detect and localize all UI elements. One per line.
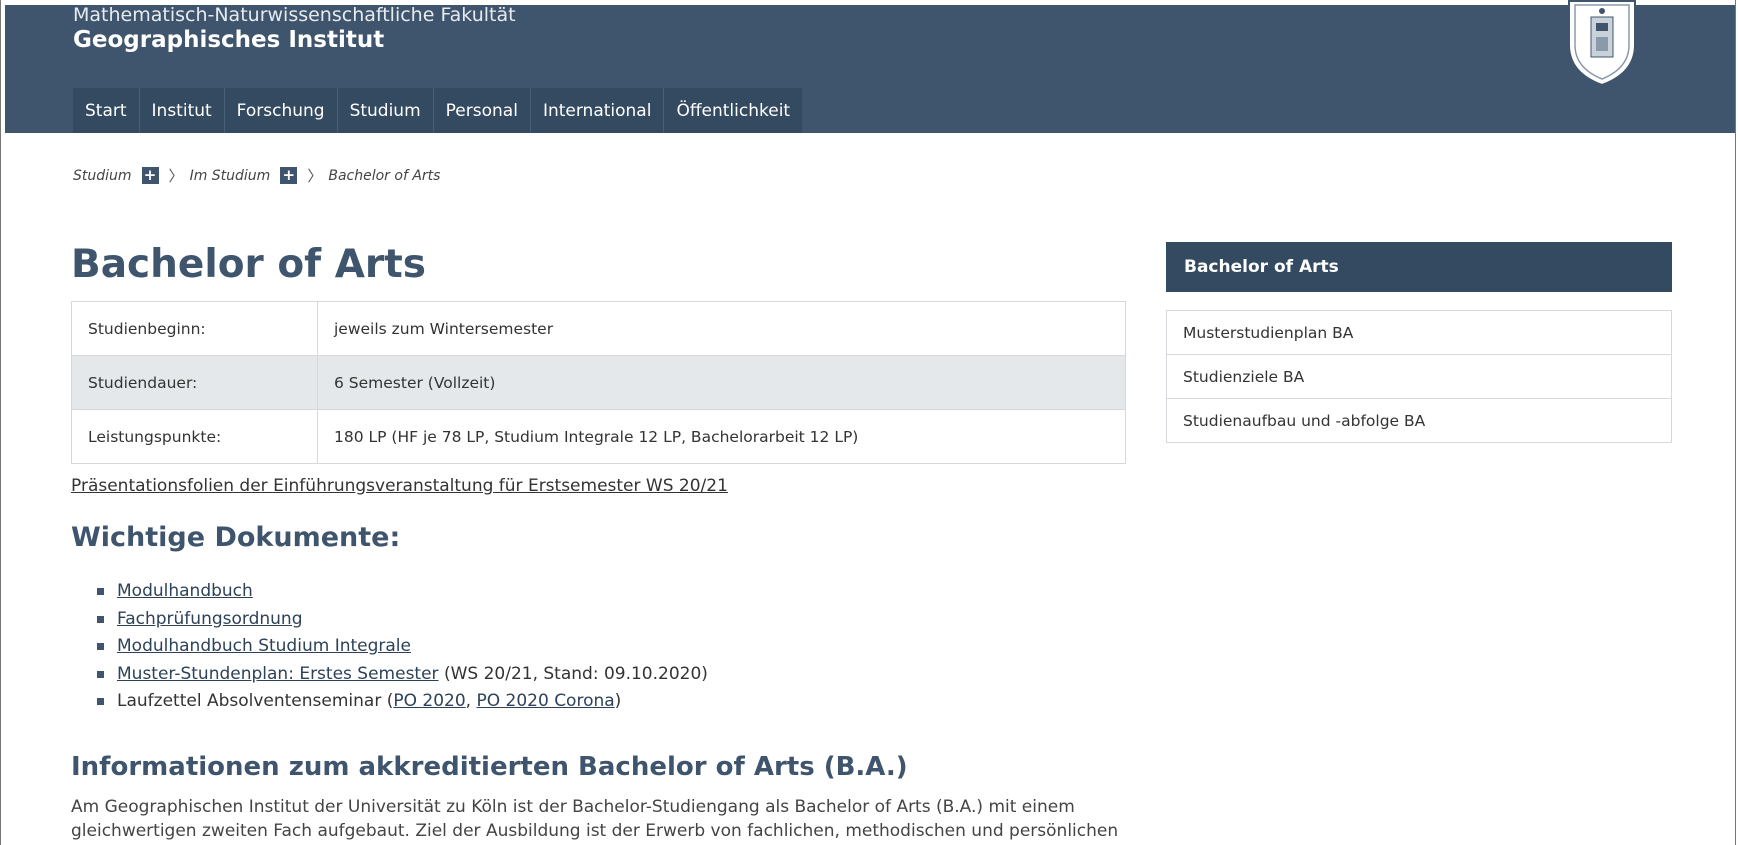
list-item: Fachprüfungsordnung: [97, 606, 708, 634]
table-value: 180 LP (HF je 78 LP, Studium Integrale 1…: [317, 409, 1126, 464]
nav-studium[interactable]: Studium: [338, 88, 434, 133]
sidebar-nav: Musterstudienplan BA Studienziele BA Stu…: [1166, 310, 1672, 443]
laufzettel-close: ): [614, 691, 622, 711]
sidebar-title[interactable]: Bachelor of Arts: [1166, 242, 1672, 292]
nav-personal[interactable]: Personal: [434, 88, 531, 133]
sidebar-item-studienziele[interactable]: Studienziele BA: [1167, 355, 1671, 399]
bullet-square-icon: [97, 615, 104, 623]
nav-institut[interactable]: Institut: [140, 88, 225, 133]
modulhandbuch-link[interactable]: Modulhandbuch: [117, 578, 253, 606]
site-header: Mathematisch-Naturwissenschaftliche Faku…: [5, 0, 1735, 133]
table-row: Leistungspunkte: 180 LP (HF je 78 LP, St…: [71, 409, 1126, 464]
musterstundenplan-note: (WS 20/21, Stand: 09.10.2020): [438, 663, 708, 684]
breadcrumb-current: Bachelor of Arts: [328, 167, 441, 184]
modulhandbuch-studium-integrale-link[interactable]: Modulhandbuch Studium Integrale: [117, 633, 411, 661]
sidebar-item-studienaufbau[interactable]: Studienaufbau und -abfolge BA: [1167, 399, 1671, 442]
plus-icon[interactable]: +: [280, 167, 298, 184]
accredited-info-text: Am Geographischen Institut der Universit…: [71, 797, 1119, 841]
sidebar-item-musterstudienplan[interactable]: Musterstudienplan BA: [1167, 311, 1671, 355]
bullet-square-icon: [97, 670, 104, 678]
table-value: 6 Semester (Vollzeit): [317, 355, 1126, 410]
table-label: Studienbeginn:: [71, 301, 318, 356]
chevron-right-icon: 〉: [168, 167, 184, 185]
nav-oeffentlichkeit[interactable]: Öffentlichkeit: [664, 88, 802, 133]
breadcrumb-studium[interactable]: Studium: [73, 168, 132, 184]
separator-comma: ,: [465, 691, 477, 711]
po-2020-corona-link[interactable]: PO 2020 Corona: [476, 688, 614, 716]
main-nav: Start Institut Forschung Studium Persona…: [73, 88, 803, 133]
nav-international[interactable]: International: [531, 88, 665, 133]
breadcrumb: Studium + 〉 Im Studium + 〉 Bachelor of A…: [73, 165, 450, 186]
institute-name[interactable]: Geographisches Institut: [73, 27, 384, 53]
breadcrumb-im-studium[interactable]: Im Studium: [190, 168, 271, 184]
list-item: Modulhandbuch: [97, 578, 708, 606]
table-label: Leistungspunkte:: [71, 409, 318, 464]
laufzettel-label: Laufzettel Absolventenseminar (: [117, 691, 394, 711]
po-2020-link[interactable]: PO 2020: [393, 688, 465, 716]
page-title: Bachelor of Arts: [71, 242, 426, 287]
plus-icon[interactable]: +: [141, 167, 159, 184]
presentation-slides-link[interactable]: Präsentationsfolien der Einführungsveran…: [71, 476, 728, 496]
nav-forschung[interactable]: Forschung: [225, 88, 338, 133]
nav-start[interactable]: Start: [73, 88, 140, 133]
chevron-right-icon: 〉: [307, 167, 323, 185]
faculty-name[interactable]: Mathematisch-Naturwissenschaftliche Faku…: [73, 5, 516, 25]
documents-list: Modulhandbuch Fachprüfungsordnung Modulh…: [97, 578, 708, 716]
list-item: Muster-Stundenplan: Erstes Semester (WS …: [97, 661, 708, 689]
accredited-info-heading: Informationen zum akkreditierten Bachelo…: [71, 752, 908, 782]
table-row: Studienbeginn: jeweils zum Wintersemeste…: [71, 301, 1126, 356]
list-item: Laufzettel Absolventenseminar ( PO 2020 …: [97, 688, 708, 716]
musterstundenplan-link[interactable]: Muster-Stundenplan: Erstes Semester: [117, 661, 439, 689]
bullet-square-icon: [97, 643, 104, 651]
bullet-square-icon: [97, 588, 104, 596]
table-value: jeweils zum Wintersemester: [317, 301, 1126, 356]
list-item: Modulhandbuch Studium Integrale: [97, 633, 708, 661]
table-row: Studiendauer: 6 Semester (Vollzeit): [71, 355, 1126, 410]
bullet-square-icon: [97, 698, 104, 706]
study-info-table: Studienbeginn: jeweils zum Wintersemeste…: [71, 301, 1126, 464]
documents-heading: Wichtige Dokumente:: [71, 522, 401, 553]
page: Mathematisch-Naturwissenschaftliche Faku…: [0, 0, 1736, 845]
fachpruefungsordnung-link[interactable]: Fachprüfungsordnung: [117, 606, 303, 634]
university-seal-icon[interactable]: [1565, 0, 1639, 87]
table-label: Studiendauer:: [71, 355, 318, 410]
